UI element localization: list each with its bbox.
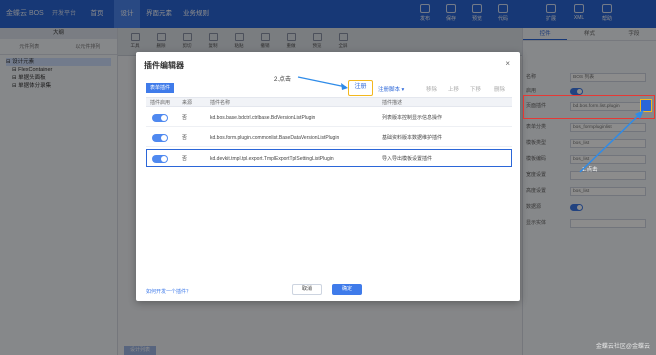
annotation-step2: 2.点击 [274, 77, 292, 83]
register-script-button[interactable]: 注册脚本 ▾ [378, 85, 404, 93]
table-header: 插件启用 来源 插件名称 插件描述 [146, 97, 512, 107]
confirm-button[interactable]: 确定 [332, 284, 362, 295]
table-row[interactable]: 否 kd.bos.form.plugin.commonlist.BaseData… [146, 129, 512, 147]
register-button[interactable]: 注册 [348, 80, 373, 96]
close-icon[interactable]: × [505, 59, 510, 68]
cancel-button[interactable]: 取消 [292, 284, 322, 295]
annotation-arrow-icon [297, 76, 348, 90]
col-source: 来源 [182, 100, 193, 106]
enable-toggle[interactable] [152, 155, 168, 163]
move-down-button[interactable]: 下移 [470, 85, 481, 93]
move-up-button[interactable]: 上移 [448, 85, 459, 93]
watermark: 金蝶云社区@金蝶云 [595, 344, 650, 350]
table-row[interactable]: 否 kd.bos.base.bdctrl.ctrlbase.BdVersionL… [146, 109, 512, 127]
col-desc: 插件描述 [382, 100, 403, 106]
how-to-develop-link[interactable]: 如何开发一个插件？ [146, 288, 191, 295]
dialog-title: 插件编辑器 [144, 61, 184, 70]
delete-button[interactable]: 删除 [494, 85, 505, 93]
plugin-editor-dialog: 插件编辑器 × 表单插件 2.点击 注册 注册脚本 ▾ 移除 上移 下移 删除 … [136, 52, 520, 301]
annotation-arrow-icon [579, 110, 644, 173]
enable-toggle[interactable] [152, 134, 168, 142]
table-row-selected[interactable]: 否 kd.devkit.tmpl.tpl.export.TmplExportTp… [146, 149, 512, 167]
col-plugin-name: 插件名称 [210, 100, 231, 106]
enable-toggle[interactable] [152, 114, 168, 122]
tab-form-plugin[interactable]: 表单插件 [146, 83, 175, 93]
col-enabled: 插件启用 [150, 100, 171, 106]
remove-button[interactable]: 移除 [426, 85, 437, 93]
